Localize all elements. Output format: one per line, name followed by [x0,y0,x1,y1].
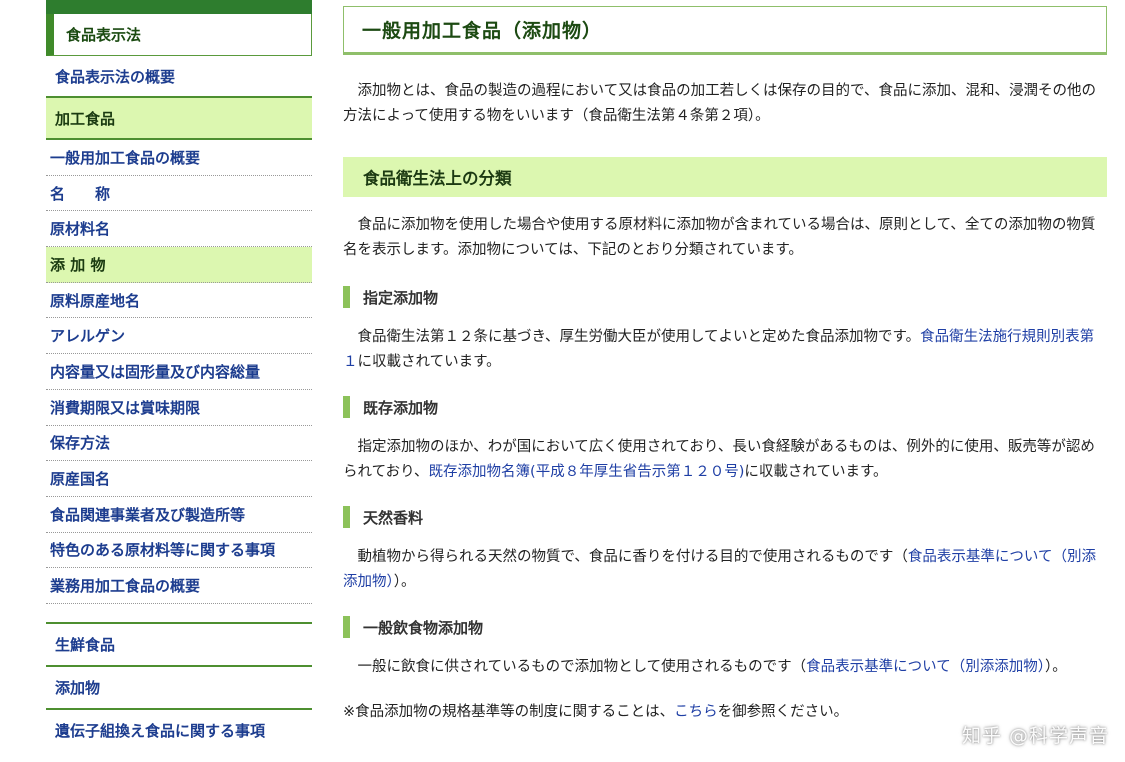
existing-text: 指定添加物のほか、わが国において広く使用されており、長い食経験があるものは、例外… [343,435,1107,485]
general-text: 一般に飲食に供されているもので添加物として使用されるものです（食品表示基準につい… [343,655,1107,680]
sidebar-section-link[interactable]: 添加物 [46,664,312,708]
sidebar-section-link[interactable]: 遺伝子組換え食品に関する事項 [46,707,312,751]
section-heading: 食品衛生法上の分類 [343,157,1107,197]
subheading-general: 一般飲食物添加物 [343,615,1107,639]
sidebar-item[interactable]: 原材料名 [46,211,312,248]
sidebar-item[interactable]: 消費期限又は賞味期限 [46,390,312,426]
intro-text: 添加物とは、食品の製造の過程において又は食品の加工若しくは保存の目的で、食品に添… [343,83,1096,124]
sidebar-item[interactable]: 内容量又は固形量及び内容総量 [46,354,312,390]
subheading-flavor: 天然香料 [343,505,1107,529]
general-text-2: ）。 [1044,659,1067,675]
sidebar-section-link[interactable]: 生鮮食品 [46,621,312,665]
sidebar-item[interactable]: 一般用加工食品の概要 [46,140,312,176]
existing-link[interactable]: 既存添加物名簿(平成８年厚生省告示第１２０号) [429,464,745,480]
sidebar-header[interactable]: 食品表示法 [46,14,312,56]
flavor-text: 動植物から得られる天然の物質で、食品に香りを付ける目的で使用されるものです（食品… [343,545,1107,595]
sidebar-link-processed-food[interactable]: 加工食品 [46,98,312,140]
sidebar-item[interactable]: 業務用加工食品の概要 [46,568,312,604]
footnote-text-1: ※食品添加物の規格基準等の制度に関することは、 [343,704,675,720]
designated-text: 食品衛生法第１２条に基づき、厚生労働大臣が使用してよいと定めた食品添加物です。食… [343,325,1107,375]
subheading-designated-label: 指定添加物 [363,288,439,307]
subheading-flavor-label: 天然香料 [363,508,424,527]
heading-bar-icon [343,616,350,638]
sidebar-top-bar [46,0,312,14]
subheading-general-label: 一般飲食物添加物 [363,618,484,637]
designated-text-1: 食品衛生法第１２条に基づき、厚生労働大臣が使用してよいと定めた食品添加物です。 [357,329,921,345]
subheading-existing-label: 既存添加物 [363,398,439,417]
main-content: 一般用加工食品（添加物） 添加物とは、食品の製造の過程において又は食品の加工若し… [343,6,1107,725]
general-text-1: 一般に飲食に供されているもので添加物として使用されるものです（ [357,659,807,675]
sidebar-item[interactable]: 原料原産地名 [46,283,312,319]
footnote-text-2: を御参照ください。 [717,704,849,720]
heading-bar-icon [343,506,350,528]
subheading-designated: 指定添加物 [343,285,1107,309]
flavor-text-2: ）。 [393,574,416,590]
sidebar-item[interactable]: 添 加 物 [46,247,312,283]
footnote-link[interactable]: こちら [674,704,718,720]
heading-bar-icon [343,396,350,418]
flavor-text-1: 動植物から得られる天然の物質で、食品に香りを付ける目的で使用されるものです（ [357,549,908,565]
sidebar-section-list: 生鮮食品 添加物 遺伝子組換え食品に関する事項 [46,621,312,751]
sidebar-item[interactable]: 原産国名 [46,461,312,497]
sidebar-item[interactable]: アレルゲン [46,318,312,355]
sidebar-item[interactable]: 名 称 [46,176,312,212]
watermark: 知乎 @科学声音 [961,725,1109,747]
sidebar-item[interactable]: 特色のある原材料等に関する事項 [46,533,312,569]
sidebar-item-list: 一般用加工食品の概要名 称原材料名添 加 物原料原産地名 アレルゲン 内容量又は固形… [46,140,312,604]
existing-text-2: に収載されています。 [744,464,888,480]
subheading-existing: 既存添加物 [343,395,1107,419]
general-link[interactable]: 食品表示基準について（別添添加物） [806,659,1045,675]
sidebar-item[interactable]: 食品関連事業者及び製造所等 [46,497,312,533]
sidebar-link-overview[interactable]: 食品表示法の概要 [46,56,312,98]
page-title: 一般用加工食品（添加物） [343,6,1107,55]
heading-bar-icon [343,286,350,308]
section-text: 食品に添加物を使用した場合や使用する原材料に添加物が含まれている場合は、原則とし… [343,217,1096,258]
sidebar-item[interactable]: 保存方法 [46,426,312,462]
sidebar-nav: 食品表示法 食品表示法の概要 加工食品 一般用加工食品の概要名 称原材料名添 加… [46,0,312,751]
designated-text-2: に収載されています。 [357,354,501,370]
